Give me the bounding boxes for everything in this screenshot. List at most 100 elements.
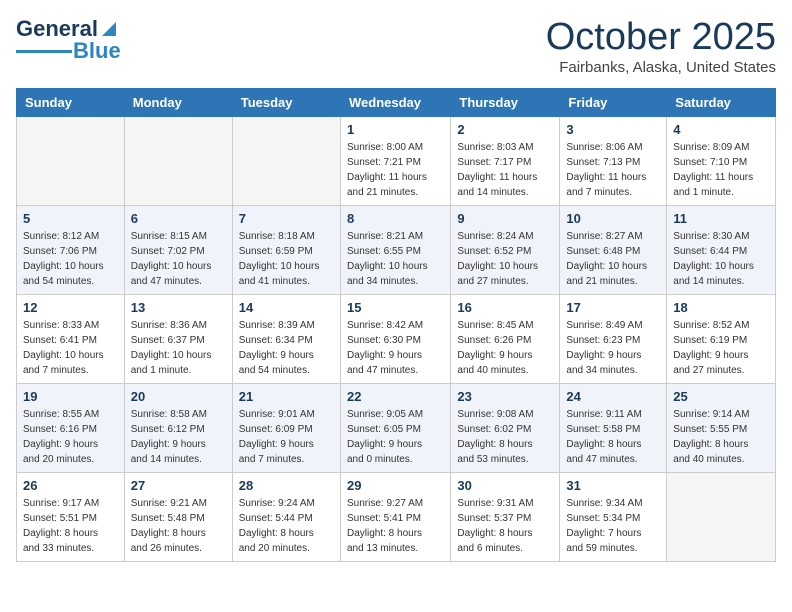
day-info: Sunrise: 8:39 AM Sunset: 6:34 PM Dayligh… [239,318,334,378]
calendar-cell: 29Sunrise: 9:27 AM Sunset: 5:41 PM Dayli… [340,473,450,562]
day-number: 9 [457,211,553,226]
column-header-friday: Friday [560,89,667,117]
calendar-cell: 9Sunrise: 8:24 AM Sunset: 6:52 PM Daylig… [451,206,560,295]
day-number: 17 [566,300,660,315]
column-header-thursday: Thursday [451,89,560,117]
day-info: Sunrise: 8:15 AM Sunset: 7:02 PM Dayligh… [131,229,226,289]
logo: General Blue [16,16,121,64]
calendar-cell: 5 Sunrise: 8:12 AM Sunset: 7:06 PM Daylig… [17,206,125,295]
calendar-cell: 11 Sunrise: 8:30 AM Sunset: 6:44 PM Dayli… [667,206,776,295]
day-number: 5 [23,211,118,226]
day-number: 28 [239,478,334,493]
day-number: 10 [566,211,660,226]
day-info: Sunrise: 9:01 AM Sunset: 6:09 PM Dayligh… [239,407,334,467]
day-info: Sunrise: 9:21 AM Sunset: 5:48 PM Dayligh… [131,496,226,556]
day-number: 25 [673,389,769,404]
calendar-cell: 20 Sunrise: 8:58 AM Sunset: 6:12 PM Dayli… [124,384,232,473]
day-info: Sunrise: 9:24 AM Sunset: 5:44 PM Dayligh… [239,496,334,556]
day-number: 14 [239,300,334,315]
calendar-cell: 8 Sunrise: 8:21 AM Sunset: 6:55 PM Daylig… [340,206,450,295]
day-info: Sunrise: 9:27 AM Sunset: 5:41 PM Dayligh… [347,496,444,556]
column-header-wednesday: Wednesday [340,89,450,117]
day-info: Sunrise: 9:11 AM Sunset: 5:58 PM Dayligh… [566,407,660,467]
day-info: Sunrise: 8:49 AM Sunset: 6:23 PM Dayligh… [566,318,660,378]
calendar-cell [232,117,340,206]
day-info: Sunrise: 8:00 AM Sunset: 7:21 PM Dayligh… [347,140,444,200]
calendar-cell: 24 Sunrise: 9:11 AM Sunset: 5:58 PM Dayli… [560,384,667,473]
column-header-sunday: Sunday [17,89,125,117]
day-number: 6 [131,211,226,226]
day-info: Sunrise: 8:21 AM Sunset: 6:55 PM Dayligh… [347,229,444,289]
day-info: Sunrise: 9:17 AM Sunset: 5:51 PM Dayligh… [23,496,118,556]
day-number: 2 [457,122,553,137]
day-number: 8 [347,211,444,226]
calendar-cell: 23Sunrise: 9:08 AM Sunset: 6:02 PM Dayli… [451,384,560,473]
day-number: 23 [457,389,553,404]
calendar-cell: 14 Sunrise: 8:39 AM Sunset: 6:34 PM Dayli… [232,295,340,384]
day-number: 27 [131,478,226,493]
day-info: Sunrise: 8:58 AM Sunset: 6:12 PM Dayligh… [131,407,226,467]
day-number: 30 [457,478,553,493]
calendar-cell [17,117,125,206]
day-info: Sunrise: 8:06 AM Sunset: 7:13 PM Dayligh… [566,140,660,200]
day-number: 16 [457,300,553,315]
day-info: Sunrise: 8:03 AM Sunset: 7:17 PM Dayligh… [457,140,553,200]
calendar-header-row: SundayMondayTuesdayWednesdayThursdayFrid… [17,89,776,117]
logo-blue: Blue [73,38,121,64]
column-header-monday: Monday [124,89,232,117]
column-header-tuesday: Tuesday [232,89,340,117]
day-info: Sunrise: 8:42 AM Sunset: 6:30 PM Dayligh… [347,318,444,378]
day-info: Sunrise: 9:14 AM Sunset: 5:55 PM Dayligh… [673,407,769,467]
day-number: 11 [673,211,769,226]
logo-line [16,50,72,53]
calendar-cell: 1 Sunrise: 8:00 AM Sunset: 7:21 PM Daylig… [340,117,450,206]
day-number: 13 [131,300,226,315]
calendar-cell: 2 Sunrise: 8:03 AM Sunset: 7:17 PM Daylig… [451,117,560,206]
day-number: 15 [347,300,444,315]
calendar-cell: 15 Sunrise: 8:42 AM Sunset: 6:30 PM Dayli… [340,295,450,384]
calendar-cell [124,117,232,206]
calendar-cell: 18Sunrise: 8:52 AM Sunset: 6:19 PM Dayli… [667,295,776,384]
calendar-cell: 26 Sunrise: 9:17 AM Sunset: 5:51 PM Dayli… [17,473,125,562]
day-number: 26 [23,478,118,493]
day-info: Sunrise: 8:55 AM Sunset: 6:16 PM Dayligh… [23,407,118,467]
calendar-cell: 19 Sunrise: 8:55 AM Sunset: 6:16 PM Dayli… [17,384,125,473]
day-number: 19 [23,389,118,404]
month-title: October 2025 [546,16,776,59]
calendar-cell: 7Sunrise: 8:18 AM Sunset: 6:59 PM Daylig… [232,206,340,295]
day-info: Sunrise: 8:45 AM Sunset: 6:26 PM Dayligh… [457,318,553,378]
calendar-cell: 13 Sunrise: 8:36 AM Sunset: 6:37 PM Dayli… [124,295,232,384]
day-info: Sunrise: 8:12 AM Sunset: 7:06 PM Dayligh… [23,229,118,289]
column-header-saturday: Saturday [667,89,776,117]
calendar-week-row: 26 Sunrise: 9:17 AM Sunset: 5:51 PM Dayli… [17,473,776,562]
calendar-cell: 3Sunrise: 8:06 AM Sunset: 7:13 PM Daylig… [560,117,667,206]
calendar-cell: 30 Sunrise: 9:31 AM Sunset: 5:37 PM Dayli… [451,473,560,562]
day-number: 24 [566,389,660,404]
day-info: Sunrise: 8:30 AM Sunset: 6:44 PM Dayligh… [673,229,769,289]
calendar-cell: 10 Sunrise: 8:27 AM Sunset: 6:48 PM Dayli… [560,206,667,295]
page-header: General Blue October 2025 Fairbanks, Ala… [16,16,776,76]
calendar-week-row: 19 Sunrise: 8:55 AM Sunset: 6:16 PM Dayli… [17,384,776,473]
calendar-cell: 12Sunrise: 8:33 AM Sunset: 6:41 PM Dayli… [17,295,125,384]
calendar-cell: 25 Sunrise: 9:14 AM Sunset: 5:55 PM Dayli… [667,384,776,473]
calendar-week-row: 5 Sunrise: 8:12 AM Sunset: 7:06 PM Daylig… [17,206,776,295]
day-info: Sunrise: 9:31 AM Sunset: 5:37 PM Dayligh… [457,496,553,556]
day-number: 20 [131,389,226,404]
day-number: 12 [23,300,118,315]
calendar-cell: 4Sunrise: 8:09 AM Sunset: 7:10 PM Daylig… [667,117,776,206]
day-info: Sunrise: 8:27 AM Sunset: 6:48 PM Dayligh… [566,229,660,289]
title-area: October 2025 Fairbanks, Alaska, United S… [546,16,776,76]
calendar-cell: 21Sunrise: 9:01 AM Sunset: 6:09 PM Dayli… [232,384,340,473]
day-number: 7 [239,211,334,226]
calendar-week-row: 12Sunrise: 8:33 AM Sunset: 6:41 PM Dayli… [17,295,776,384]
day-info: Sunrise: 8:36 AM Sunset: 6:37 PM Dayligh… [131,318,226,378]
calendar-cell: 31Sunrise: 9:34 AM Sunset: 5:34 PM Dayli… [560,473,667,562]
calendar-cell: 22Sunrise: 9:05 AM Sunset: 6:05 PM Dayli… [340,384,450,473]
calendar-cell: 16 Sunrise: 8:45 AM Sunset: 6:26 PM Dayli… [451,295,560,384]
calendar-cell [667,473,776,562]
location-text: Fairbanks, Alaska, United States [546,59,776,76]
calendar-cell: 17 Sunrise: 8:49 AM Sunset: 6:23 PM Dayli… [560,295,667,384]
calendar-table: SundayMondayTuesdayWednesdayThursdayFrid… [16,88,776,562]
day-number: 18 [673,300,769,315]
day-number: 1 [347,122,444,137]
